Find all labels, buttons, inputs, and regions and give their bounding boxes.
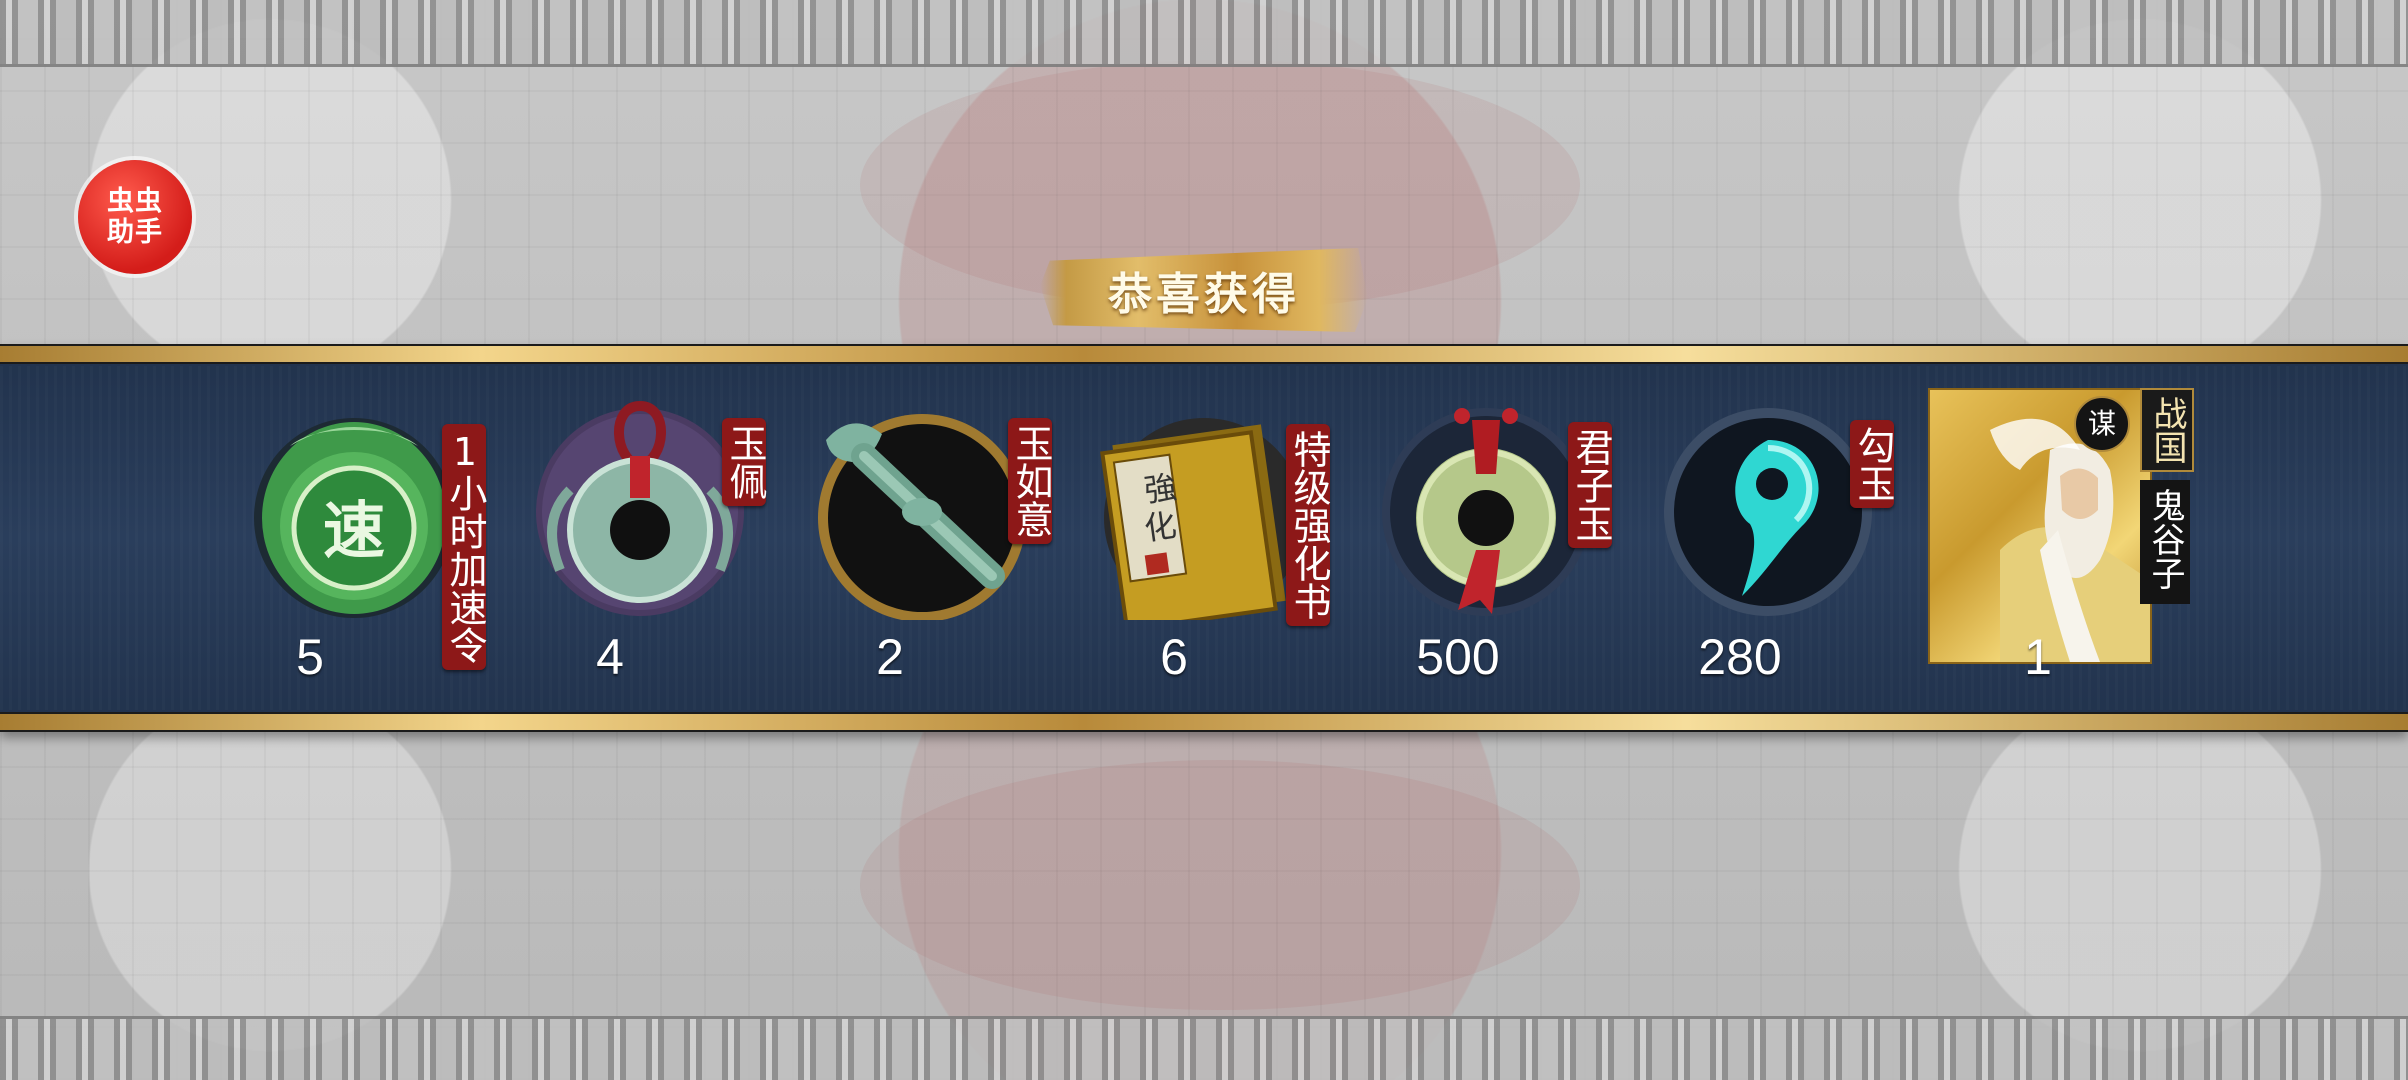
reward-count: 280 — [1698, 629, 1782, 685]
title-plate: 恭喜获得 — [1040, 248, 1368, 332]
reward-name-tag: 1小时加速令 — [442, 424, 487, 670]
reward-name-tag: 玉佩 — [722, 418, 767, 506]
jade-pendant-icon — [536, 400, 744, 616]
reward-count: 6 — [1160, 629, 1188, 685]
svg-text:化: 化 — [1142, 506, 1179, 548]
reward-count: 2 — [876, 629, 904, 685]
reward-item[interactable]: 2 玉如意 — [812, 400, 1053, 710]
reward-name-tag: 玉如意 — [1008, 418, 1053, 544]
background-wheel-bottom — [860, 760, 1580, 1010]
reward-item[interactable]: 500 君子玉 — [1376, 400, 1613, 710]
gentleman-jade-icon — [1382, 408, 1590, 616]
hero-faction-tag: 战国 — [2140, 388, 2194, 472]
hero-name-tag: 鬼谷子 — [2140, 480, 2190, 604]
reward-count: 5 — [296, 629, 324, 685]
reward-item[interactable]: 280 勾玉 — [1658, 400, 1895, 710]
svg-text:強: 強 — [1142, 468, 1179, 510]
hero-class-badge: 谋 — [2074, 396, 2130, 452]
reward-count: 500 — [1416, 629, 1500, 685]
helper-button[interactable]: 虫虫 助手 — [78, 160, 192, 274]
svg-text:速: 速 — [323, 494, 385, 567]
jade-ruyi-icon — [818, 414, 1026, 620]
reward-item[interactable]: 速 5 1小时加速令 — [250, 400, 487, 710]
reward-name-tag: 勾玉 — [1850, 420, 1895, 508]
bottom-ornament-border — [0, 1016, 2408, 1080]
reward-item[interactable]: 4 玉佩 — [530, 400, 767, 710]
top-ornament-border — [0, 0, 2408, 67]
reward-screen: 虫虫 助手 恭喜获得 速 5 1小时加速令 4 玉佩 2 玉如意 強 化 6 特… — [0, 0, 2408, 1080]
reward-name-tag: 特级强化书 — [1286, 424, 1331, 626]
enhance-book-icon: 強 化 — [1100, 418, 1304, 620]
reward-title: 恭喜获得 — [1108, 269, 1300, 320]
speedup-token-icon: 速 — [254, 418, 454, 618]
reward-count: 4 — [596, 629, 624, 685]
hero-count: 1 — [2024, 629, 2052, 685]
reward-name-tag: 君子玉 — [1568, 422, 1613, 548]
reward-item[interactable]: 強 化 6 特级强化书 — [1094, 400, 1331, 710]
magatama-icon — [1664, 408, 1872, 616]
